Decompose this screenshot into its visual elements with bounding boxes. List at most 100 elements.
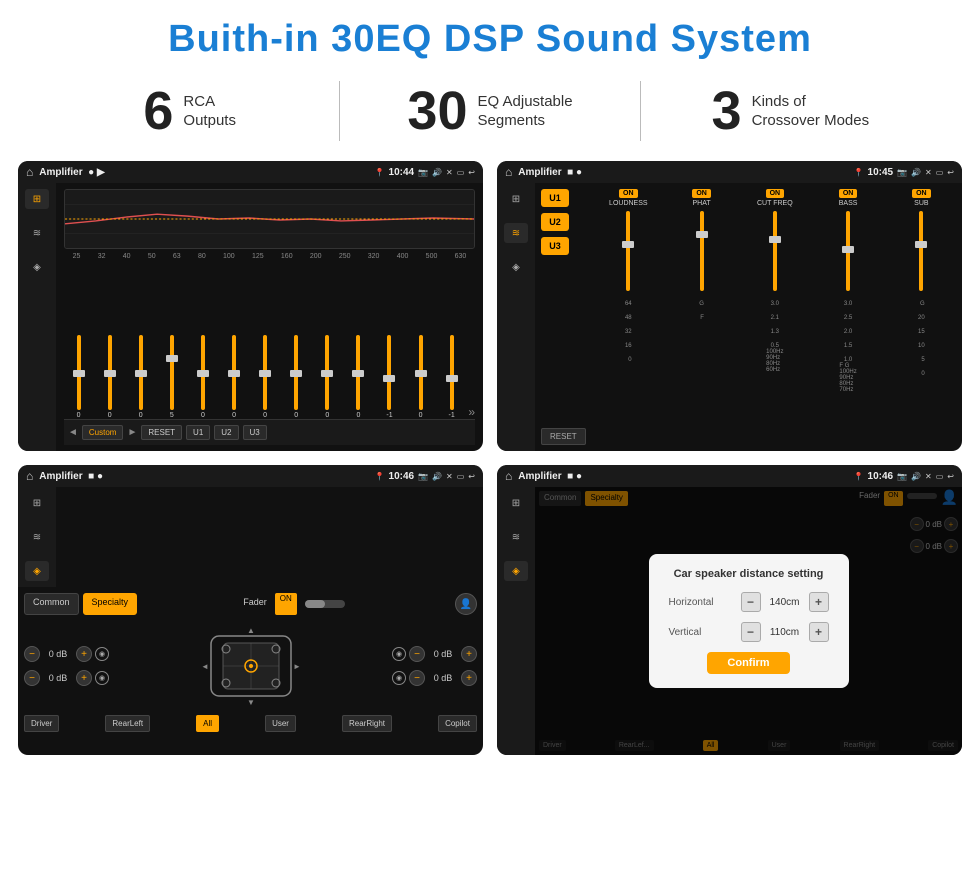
vertical-stepper: − 110cm +	[741, 622, 829, 642]
eq-icon-3[interactable]: ⊞	[25, 493, 49, 513]
wave-icon-4[interactable]: ≋	[504, 527, 528, 547]
rearright-btn[interactable]: RearRight	[342, 715, 392, 732]
page-title: Buith-in 30EQ DSP Sound System	[0, 0, 980, 71]
eq-icon-1[interactable]: ⊞	[25, 189, 49, 209]
home-icon-4[interactable]: ⌂	[505, 469, 512, 483]
eq-slider-4[interactable]: 5	[157, 335, 186, 419]
fader-on-badge[interactable]: ON	[275, 593, 297, 615]
amp-cutfreq: ON CUT FREQ 3.02.11.30.5 100Hz90Hz80Hz60…	[740, 189, 809, 445]
eq-slider-12[interactable]: 0	[406, 335, 435, 419]
eq-slider-5[interactable]: 0	[188, 335, 217, 419]
eq-bottom-bar: ◄ Custom ► RESET U1 U2 U3	[64, 419, 475, 445]
home-icon-1[interactable]: ⌂	[26, 165, 33, 179]
eq-icon-2[interactable]: ⊞	[504, 189, 528, 209]
dialog-horizontal-row: Horizontal − 140cm +	[669, 592, 829, 612]
left-sidebar-2: ⊞ ≋ ◈	[497, 183, 535, 451]
sub-on[interactable]: ON	[912, 189, 931, 198]
driver-btn[interactable]: Driver	[24, 715, 59, 732]
eq-slider-6[interactable]: 0	[219, 335, 248, 419]
eq-icon-4[interactable]: ⊞	[504, 493, 528, 513]
status-icons-4: 📍 10:46 📷🔊✕▭↩	[854, 471, 954, 482]
bass-on[interactable]: ON	[839, 189, 858, 198]
all-btn[interactable]: All	[196, 715, 219, 732]
screens-grid: ⌂ Amplifier ● ▶ 📍 10:44 📷🔊✕▭↩ ⊞ ≋ ◈	[0, 155, 980, 765]
eq-slider-2[interactable]: 0	[95, 335, 124, 419]
eq-slider-8[interactable]: 0	[282, 335, 311, 419]
eq-slider-10[interactable]: 0	[344, 335, 373, 419]
wave-icon-1[interactable]: ≋	[25, 223, 49, 243]
reset-btn-1[interactable]: RESET	[141, 425, 182, 440]
horizontal-minus[interactable]: −	[741, 592, 761, 612]
status-icons-1: 📍 10:44 📷🔊✕▭↩	[375, 167, 475, 178]
dialog-title: Car speaker distance setting	[669, 568, 829, 580]
sub-label: SUB	[914, 200, 928, 207]
app-title-2: Amplifier ■ ●	[518, 167, 847, 178]
u1-btn[interactable]: U1	[186, 425, 210, 440]
vol-plus-3[interactable]: +	[461, 646, 477, 662]
app-title-4: Amplifier ■ ●	[518, 471, 847, 482]
wave-icon-3[interactable]: ≋	[25, 527, 49, 547]
stat-label-eq: EQ AdjustableSegments	[478, 92, 573, 131]
play-btn[interactable]: ►	[127, 427, 137, 438]
preset-u3[interactable]: U3	[541, 237, 569, 255]
stat-number-6: 6	[143, 84, 173, 138]
vertical-plus[interactable]: +	[809, 622, 829, 642]
cutfreq-on[interactable]: ON	[766, 189, 785, 198]
user-btn[interactable]: User	[265, 715, 296, 732]
tab-specialty[interactable]: Specialty	[83, 593, 138, 615]
vol-val-4: 0 dB	[428, 673, 458, 683]
horizontal-value: 140cm	[765, 597, 805, 608]
horizontal-plus[interactable]: +	[809, 592, 829, 612]
stats-row: 6 RCAOutputs 30 EQ AdjustableSegments 3 …	[0, 71, 980, 155]
custom-btn[interactable]: Custom	[82, 425, 124, 440]
vol-minus-2[interactable]: −	[24, 670, 40, 686]
amp-reset-btn[interactable]: RESET	[541, 428, 586, 445]
preset-u1[interactable]: U1	[541, 189, 569, 207]
prev-btn[interactable]: ◄	[68, 427, 78, 438]
vol-minus-1[interactable]: −	[24, 646, 40, 662]
vol-minus-4[interactable]: −	[409, 670, 425, 686]
vol-minus-3[interactable]: −	[409, 646, 425, 662]
eq-slider-1[interactable]: 0	[64, 335, 93, 419]
copilot-btn[interactable]: Copilot	[438, 715, 477, 732]
eq-slider-7[interactable]: 0	[251, 335, 280, 419]
vol-plus-2[interactable]: +	[76, 670, 92, 686]
status-icons-2: 📍 10:45 📷🔊✕▭↩	[854, 167, 954, 178]
eq-graph	[64, 189, 475, 249]
vol-val-2: 0 dB	[43, 673, 73, 683]
speaker-icon-2[interactable]: ◈	[504, 257, 528, 277]
phat-on[interactable]: ON	[692, 189, 711, 198]
wave-icon-2[interactable]: ≋	[504, 223, 528, 243]
dialog-vertical-row: Vertical − 110cm +	[669, 622, 829, 642]
more-icon[interactable]: »	[468, 405, 475, 419]
speaker-icon-4[interactable]: ◈	[504, 561, 528, 581]
eq-slider-3[interactable]: 0	[126, 335, 155, 419]
u3-btn[interactable]: U3	[243, 425, 267, 440]
eq-main: 2532405063 80100125160200 25032040050063…	[56, 183, 483, 451]
vol-plus-1[interactable]: +	[76, 646, 92, 662]
amp-phat: ON PHAT GF	[667, 189, 736, 445]
vol-plus-4[interactable]: +	[461, 670, 477, 686]
vertical-minus[interactable]: −	[741, 622, 761, 642]
speaker-icon-1[interactable]: ◈	[25, 257, 49, 277]
home-icon-2[interactable]: ⌂	[505, 165, 512, 179]
status-bar-3: ⌂ Amplifier ■ ● 📍 10:46 📷🔊✕▭↩	[18, 465, 483, 487]
confirm-button[interactable]: Confirm	[707, 652, 789, 674]
freq-labels: 2532405063 80100125160200 25032040050063…	[64, 253, 475, 260]
preset-u2[interactable]: U2	[541, 213, 569, 231]
eq-slider-9[interactable]: 0	[313, 335, 342, 419]
amp-sub: ON SUB G20151050	[887, 189, 956, 445]
eq-slider-11[interactable]: -1	[375, 335, 404, 419]
fader-bottom-btns: Driver RearLeft All User RearRight Copil…	[24, 715, 477, 732]
vol-val-1: 0 dB	[43, 649, 73, 659]
u2-btn[interactable]: U2	[214, 425, 238, 440]
tab-common[interactable]: Common	[24, 593, 79, 615]
bass-label: BASS	[839, 200, 858, 207]
rearleft-btn[interactable]: RearLeft	[105, 715, 150, 732]
stat-number-30: 30	[407, 84, 467, 138]
loudness-on[interactable]: ON	[619, 189, 638, 198]
speaker-icon-3[interactable]: ◈	[25, 561, 49, 581]
eq-slider-13[interactable]: -1	[437, 335, 466, 419]
eq-sliders: 0 0 0 5 0	[64, 264, 475, 419]
home-icon-3[interactable]: ⌂	[26, 469, 33, 483]
